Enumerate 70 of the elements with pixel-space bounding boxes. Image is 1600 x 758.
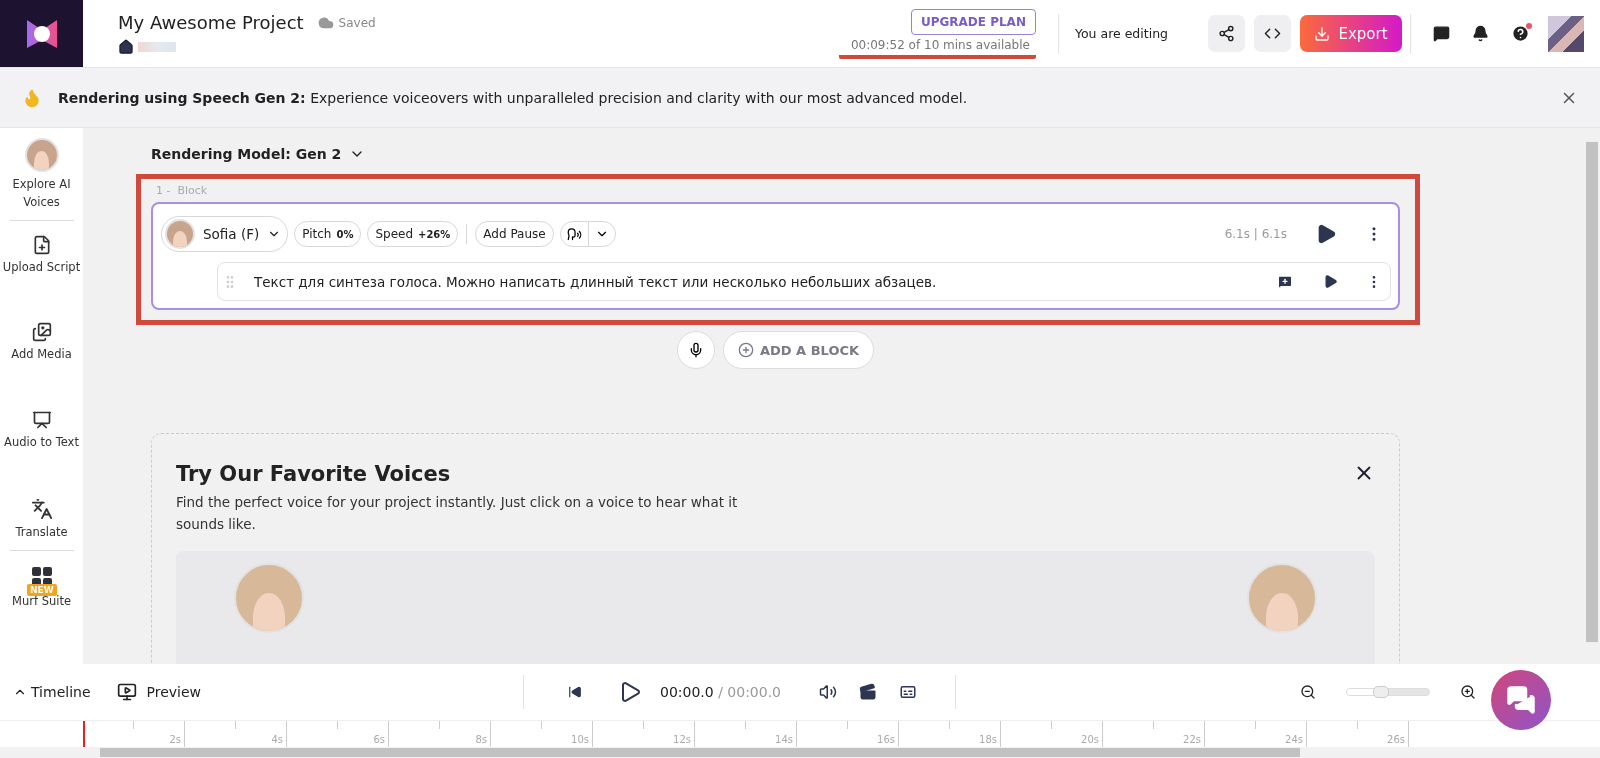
pitch-control[interactable]: Pitch 0% [294,221,362,247]
model-selector[interactable]: Rendering Model: Gen 2 [151,140,366,168]
add-block-button[interactable]: ADD A BLOCK [722,331,875,369]
time-tick-label: 22s [1183,734,1201,745]
banner-message: Rendering using Speech Gen 2: Experience voiceovers with unparalleled precision and clarity with our most advanced model. [58,89,969,106]
blurred-breadcrumb [138,42,176,52]
export-button[interactable]: Export [1300,15,1402,52]
media-icon [31,322,52,343]
add-comment-icon[interactable] [1277,273,1293,290]
time-tick-label: 26s [1387,734,1405,745]
sidebar-item[interactable]: Add Media [0,322,83,365]
block-duration: 6.1s | 6.1s [1224,227,1287,241]
app-logo[interactable] [0,0,83,67]
new-badge: NEW [27,583,57,596]
play-icon[interactable] [1323,274,1338,289]
presenter-icon [31,410,52,431]
usage-time: 00:09:52 of 10 mins available [838,37,1036,59]
zoom-in-icon[interactable] [1460,684,1476,700]
sidebar-item[interactable]: Audio to Text [0,410,83,453]
time-tick-label: 12s [673,734,691,745]
captions-icon[interactable] [899,683,918,701]
speech-icon [566,226,582,242]
paragraph-text[interactable]: Текст для синтеза голоса. Можно написать длинный текст или несколько небольших абзацев. [254,273,1255,290]
card-title: Try Our Favorite Voices [176,462,451,486]
upgrade-plan-button[interactable]: UPGRADE PLAN [910,8,1036,35]
time-tick-label: 20s [1081,734,1099,745]
plus-icon [737,342,754,358]
playback-time: 00:00.0 / 00:00.0 [660,684,782,700]
zoom-slider[interactable] [1346,688,1430,696]
translate-icon [30,498,53,521]
flame-icon [22,87,42,108]
add-pause-button[interactable]: Add Pause [475,221,554,247]
user-avatar[interactable] [1548,15,1584,52]
share-icon [1218,25,1235,42]
time-tick-label: 8s [475,734,487,745]
share-button[interactable] [1208,15,1245,52]
time-tick-label: 24s [1285,734,1303,745]
download-icon [1314,25,1331,42]
time-tick-label: 10s [571,734,589,745]
time-tick-label: 2s [169,734,181,745]
avatar [24,138,59,172]
sidebar-item[interactable]: NEW Murf Suite [0,564,83,611]
help-icon[interactable] [1511,24,1530,43]
time-tick-label: 6s [373,734,385,745]
chat-icon [1506,685,1536,715]
clapperboard-icon[interactable] [859,683,878,701]
timeline-toggle[interactable]: Timeline [13,684,91,700]
preview-button[interactable]: Preview [116,682,202,702]
record-button[interactable] [676,331,715,369]
card-description: Find the perfect voice for your project instantly. Just click on a voice to hear what it sounds like. [176,493,739,534]
time-tick-label: 16s [877,734,895,745]
speed-control[interactable]: Speed +26% [367,221,459,247]
skip-back-icon[interactable] [568,685,582,699]
time-tick-label: 18s [979,734,997,745]
volume-icon[interactable] [819,683,838,701]
comments-icon[interactable] [1433,25,1450,42]
slider-thumb[interactable] [1373,686,1390,698]
time-tick-label: 14s [775,734,793,745]
editing-status: You are editing [1074,26,1168,41]
notifications-icon[interactable] [1472,25,1489,42]
time-tick-label: 4s [271,734,283,745]
embed-button[interactable] [1254,15,1291,52]
project-title[interactable]: My Awesome Project [118,12,304,33]
save-status: Saved [317,14,376,31]
block-label: 1 - Block [156,184,209,197]
sidebar-item[interactable]: Upload Script [0,234,83,277]
voice-selector[interactable]: Sofia (F) [161,216,289,252]
home-icon[interactable] [118,39,134,55]
zoom-out-icon[interactable] [1300,684,1316,700]
monitor-icon [116,682,137,702]
